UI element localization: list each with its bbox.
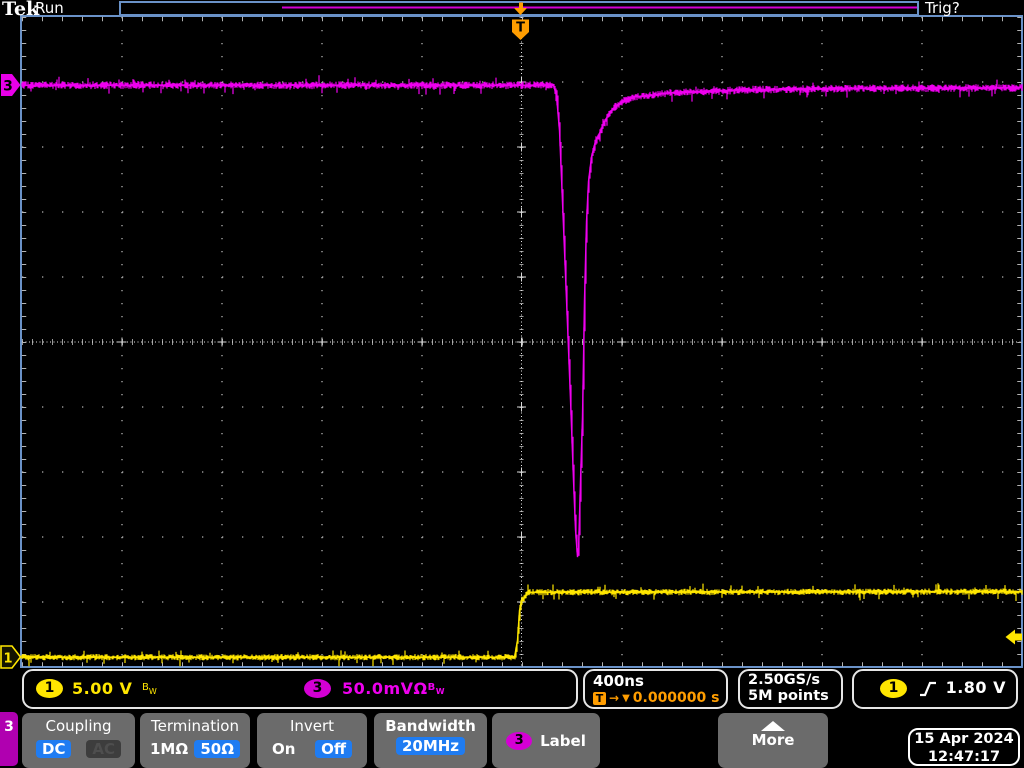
ch1-bandwidth-limit-icon: BW (142, 679, 157, 698)
termination-1mohm-option[interactable]: 1MΩ (150, 740, 188, 758)
coupling-ac-option[interactable]: AC (86, 740, 121, 758)
trigger-position-value: 0.000000 s (632, 690, 720, 706)
trigger-level-readout: 1.80 V (945, 678, 1006, 697)
arrow-right-icon: → (609, 691, 620, 705)
ch1-ground-marker[interactable]: 1 (0, 645, 22, 669)
up-arrow-icon (761, 721, 785, 731)
ch3-bw-b: B (427, 682, 436, 693)
label-button[interactable]: 3 Label (492, 713, 600, 768)
trigger-flag-shape (512, 19, 529, 40)
trigger-position-arrow-stem[interactable] (519, 2, 523, 9)
graticule-border (20, 15, 1023, 668)
ch1-marker-number: 1 (3, 652, 12, 667)
invert-button[interactable]: Invert On Off (257, 713, 367, 768)
ch3-marker-number: 3 (3, 79, 13, 95)
record-view-bar (119, 1, 919, 16)
date-value: 15 Apr 2024 (914, 731, 1014, 747)
termination-button[interactable]: Termination 1MΩ 50Ω (140, 713, 250, 768)
ch1-scale-readout: 5.00 V (72, 679, 133, 698)
ch1-marker-shape (0, 645, 22, 669)
more-title: More (751, 731, 795, 749)
ch3-marker-shape (1, 74, 21, 96)
ch3-impedance-icon: Ω (413, 679, 428, 698)
trigger-status: Trig? (925, 0, 960, 17)
acquisition-readout-box: 2.50GS/s 5M points (738, 669, 843, 709)
timebase-readout: 400ns (593, 672, 644, 690)
tek-logo: Tek (2, 0, 40, 20)
termination-title: Termination (151, 717, 239, 735)
acquisition-status: Run (35, 0, 64, 17)
invert-on-option[interactable]: On (272, 740, 295, 758)
label-title: Label (540, 731, 586, 750)
trigger-source-badge[interactable]: 1 (880, 679, 907, 698)
channel-readout-box: 1 5.00 V BW 3 50.0mVΩBW (22, 669, 578, 709)
label-ch3-badge: 3 (506, 731, 533, 750)
trigger-flag-letter: T (516, 21, 525, 36)
trigger-t-icon: T (593, 691, 606, 705)
waveforms (21, 75, 1023, 667)
ch1-badge[interactable]: 1 (36, 679, 63, 698)
termination-50ohm-option[interactable]: 50Ω (194, 740, 240, 758)
position-marker-icon: ▼ (622, 692, 630, 704)
ch3-scale-value: 50.0mV (342, 679, 414, 698)
more-button[interactable]: More (718, 713, 828, 768)
datetime-display: 15 Apr 2024 12:47:17 (908, 728, 1020, 766)
record-length-readout: 5M points (748, 688, 829, 704)
invert-off-option[interactable]: Off (315, 740, 352, 758)
ch1-trace (21, 583, 1023, 667)
rising-edge-slope-icon (920, 681, 936, 697)
bandwidth-20mhz-option[interactable]: 20MHz (395, 737, 466, 755)
sample-rate-readout: 2.50GS/s (748, 672, 821, 688)
invert-title: Invert (289, 717, 335, 735)
coupling-dc-option[interactable]: DC (36, 740, 72, 758)
ch3-trace-core (21, 84, 1022, 558)
ch3-scale-readout: 50.0mVΩBW (342, 679, 445, 698)
trigger-readout-box: 1 1.80 V (852, 669, 1018, 709)
ch1-bw-b: B (142, 682, 149, 693)
channel3-menu-tab[interactable]: 3 (0, 712, 18, 766)
time-value: 12:47:17 (927, 748, 1001, 765)
coupling-title: Coupling (45, 717, 112, 735)
trigger-position-arrow-icon[interactable] (514, 8, 527, 15)
horizontal-readout-box: 400ns T → ▼ 0.000000 s (583, 669, 728, 709)
scope-display: T 3 1 (0, 1, 1023, 669)
trigger-position-readout: T → ▼ 0.000000 s (593, 690, 726, 706)
record-view-frame (119, 1, 919, 16)
graticule-grid (20, 15, 1023, 668)
ch3-bw-w: W (435, 687, 446, 696)
coupling-button[interactable]: Coupling DC AC (22, 713, 135, 768)
trigger-position-flag[interactable]: T (512, 19, 529, 41)
trigger-level-arrow-icon[interactable] (1005, 629, 1023, 645)
bandwidth-title: Bandwidth (385, 717, 476, 735)
bandwidth-button[interactable]: Bandwidth 20MHz (374, 713, 487, 768)
ch1-bw-w: W (148, 687, 157, 696)
ch3-ground-marker[interactable]: 3 (1, 74, 21, 96)
oscilloscope-screen: T 3 1 Tek Run Trig? 1 5.00 V BW 3 50.0mV… (0, 0, 1024, 768)
ch3-trace (21, 75, 1023, 556)
ch3-badge[interactable]: 3 (304, 679, 331, 698)
ch1-trace-core (21, 590, 1022, 658)
